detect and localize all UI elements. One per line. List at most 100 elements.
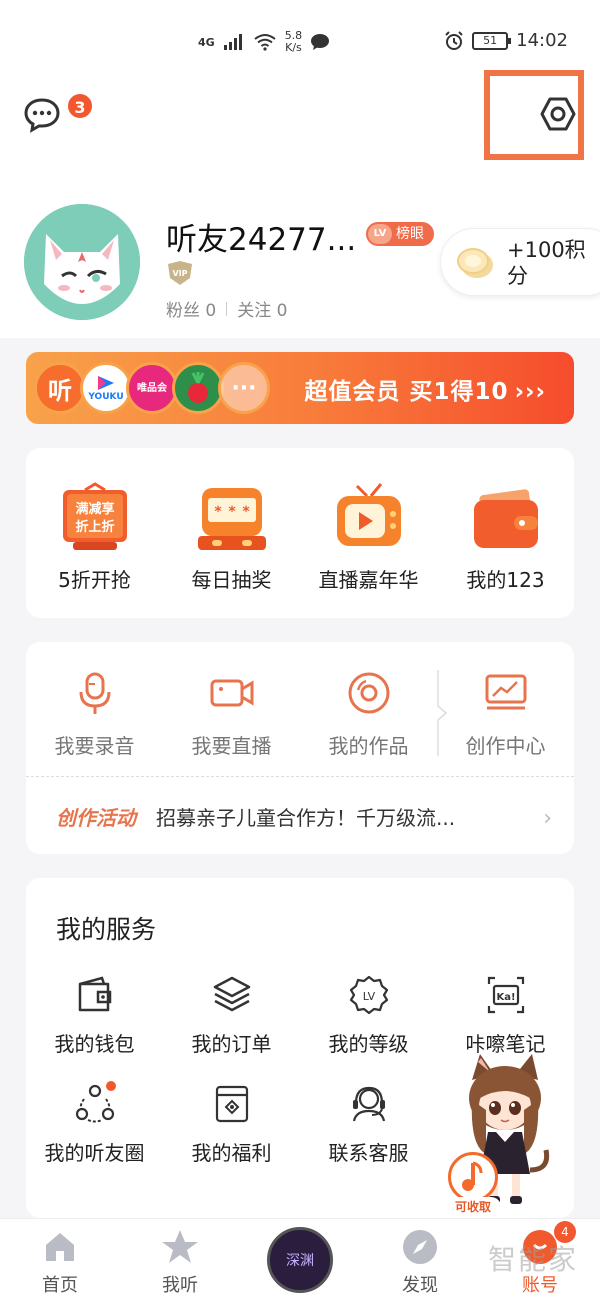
tv-play-icon	[336, 483, 401, 546]
clock: 14:02	[516, 30, 568, 51]
promo-label: 5折开抢	[58, 568, 131, 592]
vip-badge-text: VIP	[172, 269, 187, 278]
follow-count: 0	[276, 301, 288, 321]
level-badge[interactable]: LV 榜眼	[366, 222, 434, 246]
discount-sign-icon: 满减享 折上折	[62, 482, 127, 550]
status-right: 51 14:02	[444, 30, 568, 51]
now-playing-disc-icon: 深渊	[267, 1227, 333, 1293]
watermark-text: 智能家	[488, 1243, 579, 1276]
vip-banner[interactable]: 听 YOUKU 唯品会 ··· 超值会员 买1得10 ›››	[26, 352, 574, 424]
disc-icon	[348, 672, 389, 714]
fans-label: 粉丝	[166, 301, 200, 321]
tab-listen[interactable]: 我听	[120, 1219, 240, 1300]
collect-label: 可收取	[445, 1197, 501, 1217]
promo-label: 我的123	[466, 568, 545, 592]
follow-label: 关注	[237, 301, 272, 321]
chart-monitor-icon	[485, 674, 526, 710]
creator-label: 我要直播	[191, 734, 272, 758]
service-label: 我的听友圈	[44, 1141, 145, 1165]
tab-now-playing[interactable]: 深渊	[240, 1219, 360, 1300]
svg-text:*: *	[242, 504, 250, 520]
promo-item-lottery[interactable]: * * * 每日抽奖	[167, 482, 297, 593]
wallet-icon	[473, 489, 538, 548]
points-text: +100积分	[507, 238, 586, 288]
creator-item-works[interactable]: 我的作品	[304, 670, 434, 759]
level-badge-icon: LV	[349, 975, 388, 1015]
creator-label: 我要录音	[54, 734, 135, 758]
chevron-right-icon: ›››	[514, 379, 546, 405]
services-title: 我的服务	[56, 915, 157, 944]
partner-logos: 听 YOUKU 唯品会 ···	[34, 362, 270, 414]
cat-avatar-icon	[24, 204, 140, 320]
wifi-icon	[254, 34, 276, 51]
activity-chevron-icon[interactable]: ›	[543, 806, 552, 831]
vip-badge[interactable]: VIP	[166, 260, 194, 286]
music-note-icon	[462, 1161, 483, 1191]
creator-label: 创作中心	[465, 734, 546, 758]
promo-label: 直播嘉年华	[318, 568, 419, 592]
service-label: 我的订单	[191, 1032, 272, 1056]
slot-machine-icon: * * *	[197, 488, 266, 550]
creation-activity[interactable]: 创作活动 招募亲子儿童合作方！千万级流...	[56, 802, 455, 831]
service-label: 我的等级	[328, 1032, 409, 1056]
stat-divider	[226, 301, 228, 316]
svg-text:LV: LV	[362, 990, 375, 1003]
youku-logo-text: YOUKU	[88, 392, 124, 402]
promo-item-live-carnival[interactable]: 直播嘉年华	[304, 482, 434, 593]
vipshop-logo-icon: 唯品会	[126, 362, 178, 414]
follow-stats: 粉丝 0 关注 0	[166, 296, 287, 321]
alarm-icon	[445, 30, 463, 50]
collect-reward-button[interactable]	[448, 1152, 498, 1202]
service-customer-support[interactable]: 联系客服	[300, 1083, 437, 1166]
coin-icon	[457, 248, 493, 278]
service-wallet[interactable]: 我的钱包	[26, 974, 163, 1057]
service-label: 我的福利	[191, 1141, 272, 1165]
network-indicator: 4G	[198, 35, 215, 49]
service-level[interactable]: LV 我的等级	[300, 974, 437, 1057]
chat-bubble-icon	[311, 34, 330, 50]
service-ka-notes[interactable]: Ka! 咔嚓笔记	[437, 974, 574, 1057]
avatar[interactable]	[24, 204, 140, 320]
service-benefits[interactable]: 我的福利	[163, 1083, 300, 1166]
fans-count: 0	[205, 301, 217, 321]
creator-label: 我的作品	[328, 734, 409, 758]
messages-button[interactable]: 3	[22, 92, 94, 134]
ting-logo-icon: 听	[34, 362, 86, 414]
creator-item-center[interactable]: 创作中心	[441, 670, 571, 759]
dashed-divider	[26, 776, 574, 777]
service-orders[interactable]: 我的订单	[163, 974, 300, 1057]
home-icon	[46, 1233, 74, 1261]
activity-tag: 创作活动	[56, 806, 136, 830]
promo-item-my123[interactable]: 我的123	[441, 482, 571, 593]
status-center: 4G 5.8 K/s	[198, 30, 330, 54]
microphone-icon	[79, 672, 110, 714]
vip-shield-icon: VIP	[168, 261, 192, 285]
profile-section: 听友24277... LV 榜眼 VIP 粉丝 0 关注 0 +100积分	[0, 178, 600, 338]
rank-label: 榜眼	[396, 226, 424, 242]
message-count-badge: 3	[66, 92, 94, 120]
svg-text:*: *	[228, 504, 236, 520]
service-friends-circle[interactable]: 我的听友圈	[26, 1081, 163, 1166]
fans-stat[interactable]: 粉丝 0	[166, 296, 216, 321]
tab-discover[interactable]: 发现	[360, 1219, 480, 1300]
svg-text:满减享: 满减享	[75, 501, 114, 517]
tab-home[interactable]: 首页	[0, 1219, 120, 1300]
video-camera-icon	[210, 679, 253, 707]
creator-item-record[interactable]: 我要录音	[30, 670, 160, 759]
tab-label: 我听	[162, 1275, 198, 1296]
message-icon	[24, 98, 60, 133]
follow-stat[interactable]: 关注 0	[237, 296, 287, 321]
settings-button[interactable]	[538, 94, 578, 134]
username[interactable]: 听友24277...	[166, 214, 356, 259]
points-pill[interactable]: +100积分	[440, 228, 600, 296]
headset-icon	[352, 1086, 385, 1122]
creator-item-live[interactable]: 我要直播	[167, 670, 297, 759]
section-divider-chevron	[437, 670, 448, 756]
ka-note-icon: Ka!	[487, 976, 524, 1014]
vip-banner-label: 超值会员 买1得10	[304, 379, 509, 405]
service-label: 我的钱包	[54, 1032, 135, 1056]
promo-item-discount[interactable]: 满减享 折上折 5折开抢	[30, 482, 160, 593]
signal-icon	[223, 34, 242, 50]
activity-text: 招募亲子儿童合作方！千万级流...	[156, 806, 456, 830]
battery-indicator: 51	[472, 31, 512, 50]
